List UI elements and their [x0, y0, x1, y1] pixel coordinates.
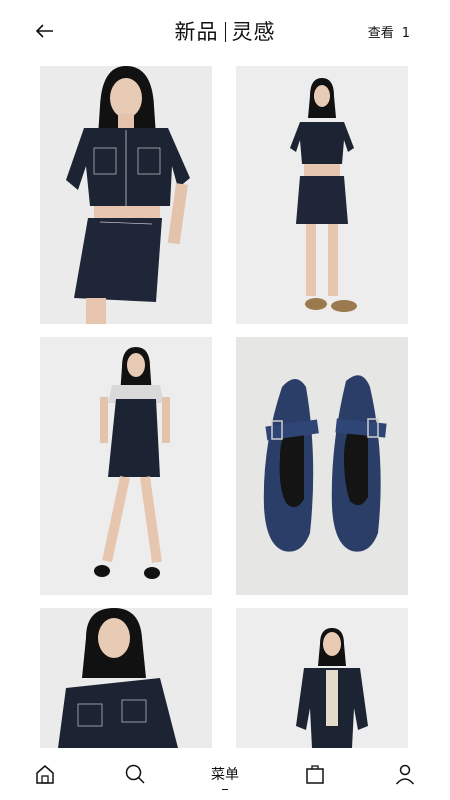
menu-underline: [222, 789, 228, 790]
product-image: [40, 608, 212, 748]
nav-account[interactable]: [375, 754, 435, 794]
product-card[interactable]: [40, 337, 212, 595]
product-image: [236, 337, 408, 595]
product-card[interactable]: [40, 66, 212, 324]
search-icon: [125, 764, 145, 784]
view-toggle[interactable]: 查看 1: [368, 22, 410, 41]
tab-new-arrivals[interactable]: 新品: [175, 20, 219, 44]
nav-bag[interactable]: [285, 754, 345, 794]
top-bar: 新品 灵感 查看 1: [0, 0, 450, 62]
nav-home[interactable]: [15, 754, 75, 794]
bottom-nav: 菜单: [0, 748, 450, 800]
home-icon: [36, 765, 54, 784]
menu-label-text: 菜单: [211, 767, 239, 783]
product-image: [40, 66, 212, 324]
product-card[interactable]: [236, 608, 408, 748]
product-image: [236, 66, 408, 324]
view-label: 查看: [367, 26, 394, 41]
product-card[interactable]: [40, 608, 212, 748]
menu-label: 菜单: [211, 764, 239, 790]
product-image: [236, 608, 408, 748]
product-card[interactable]: [236, 66, 408, 324]
tab-inspiration[interactable]: 灵感: [232, 20, 276, 44]
view-count: 1: [401, 26, 410, 41]
product-image: [40, 337, 212, 595]
title-divider: [224, 22, 226, 42]
nav-menu[interactable]: 菜单: [195, 754, 255, 794]
nav-search[interactable]: [105, 754, 165, 794]
shopping-bag-icon: [306, 765, 324, 784]
user-icon: [395, 764, 415, 785]
product-card[interactable]: [236, 337, 408, 595]
